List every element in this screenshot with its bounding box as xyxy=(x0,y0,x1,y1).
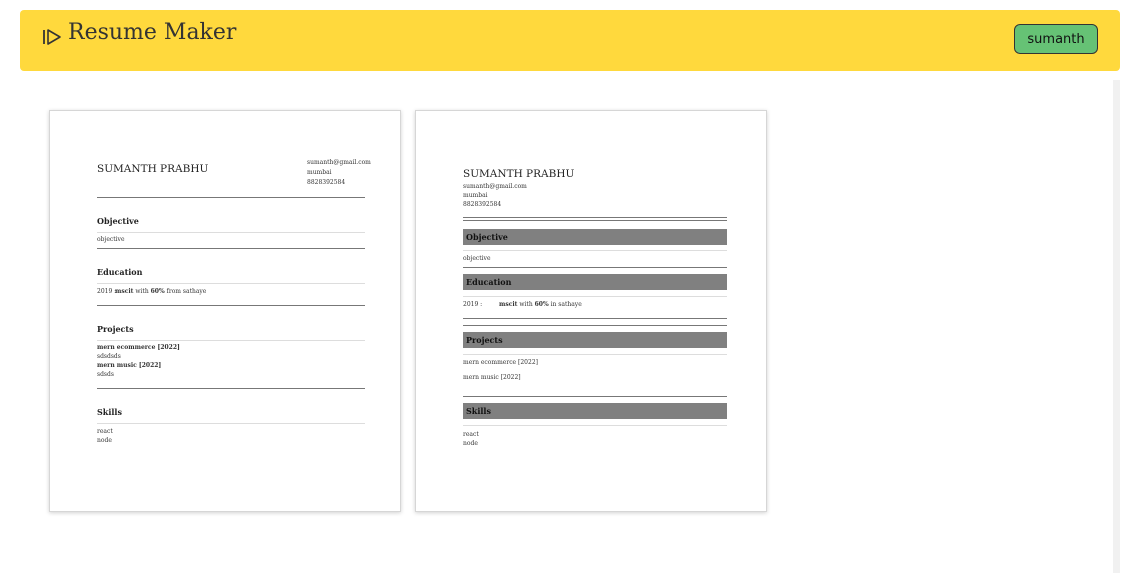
divider xyxy=(97,423,365,424)
scrollbar[interactable] xyxy=(1113,80,1120,573)
divider xyxy=(463,325,727,326)
project-title: mern ecommerce [2022] xyxy=(463,359,538,366)
resume-phone: 8828392584 xyxy=(463,201,502,208)
user-button[interactable]: sumanth xyxy=(1014,24,1098,54)
divider xyxy=(97,248,365,249)
skill-item: node xyxy=(97,437,112,444)
education-year: 2019 : xyxy=(463,301,483,308)
skill-item: node xyxy=(463,440,478,447)
resume-email: sumanth@gmail.com xyxy=(307,159,371,166)
objective-heading: Objective xyxy=(466,232,508,242)
project-title: mern music [2022] xyxy=(463,374,521,381)
education-heading: Education xyxy=(466,277,512,287)
divider xyxy=(97,283,365,284)
divider xyxy=(463,217,727,218)
objective-heading: Objective xyxy=(97,216,139,226)
resume-template-card-2[interactable]: SUMANTH PRABHU sumanth@gmail.com mumbai … xyxy=(415,110,767,512)
divider xyxy=(97,197,365,198)
divider xyxy=(463,296,727,297)
divider xyxy=(463,267,727,268)
education-heading: Education xyxy=(97,267,143,277)
divider xyxy=(97,305,365,306)
resume-name: SUMANTH PRABHU xyxy=(463,168,575,180)
divider xyxy=(463,354,727,355)
projects-heading-bar: Projects xyxy=(463,332,727,348)
skills-heading: Skills xyxy=(97,407,122,417)
divider xyxy=(463,318,727,319)
divider xyxy=(463,250,727,251)
projects-heading: Projects xyxy=(97,324,134,334)
divider xyxy=(463,396,727,397)
resume-city: mumbai xyxy=(307,169,332,176)
divider xyxy=(97,340,365,341)
divider xyxy=(463,425,727,426)
divider xyxy=(97,232,365,233)
app-header: Resume Maker sumanth xyxy=(20,10,1120,71)
objective-text: objective xyxy=(97,236,125,243)
resume-phone: 8828392584 xyxy=(307,179,346,186)
divider xyxy=(463,220,727,221)
skills-heading-bar: Skills xyxy=(463,403,727,419)
education-heading-bar: Education xyxy=(463,274,727,290)
app-title[interactable]: Resume Maker xyxy=(68,20,236,45)
education-entry: mscit with 60% from sathaye xyxy=(115,288,207,295)
education-year: 2019 : xyxy=(97,288,117,295)
skills-heading: Skills xyxy=(466,406,491,416)
objective-text: objective xyxy=(463,255,491,262)
resume-name: SUMANTH PRABHU xyxy=(97,163,209,175)
project-description: sdsds xyxy=(97,371,114,378)
projects-heading: Projects xyxy=(466,335,503,345)
objective-heading-bar: Objective xyxy=(463,229,727,245)
education-entry: mscit with 60% in sathaye xyxy=(499,301,582,308)
divider xyxy=(97,388,365,389)
resume-template-card-1[interactable]: SUMANTH PRABHU sumanth@gmail.com mumbai … xyxy=(49,110,401,512)
play-logo-icon xyxy=(43,29,61,45)
